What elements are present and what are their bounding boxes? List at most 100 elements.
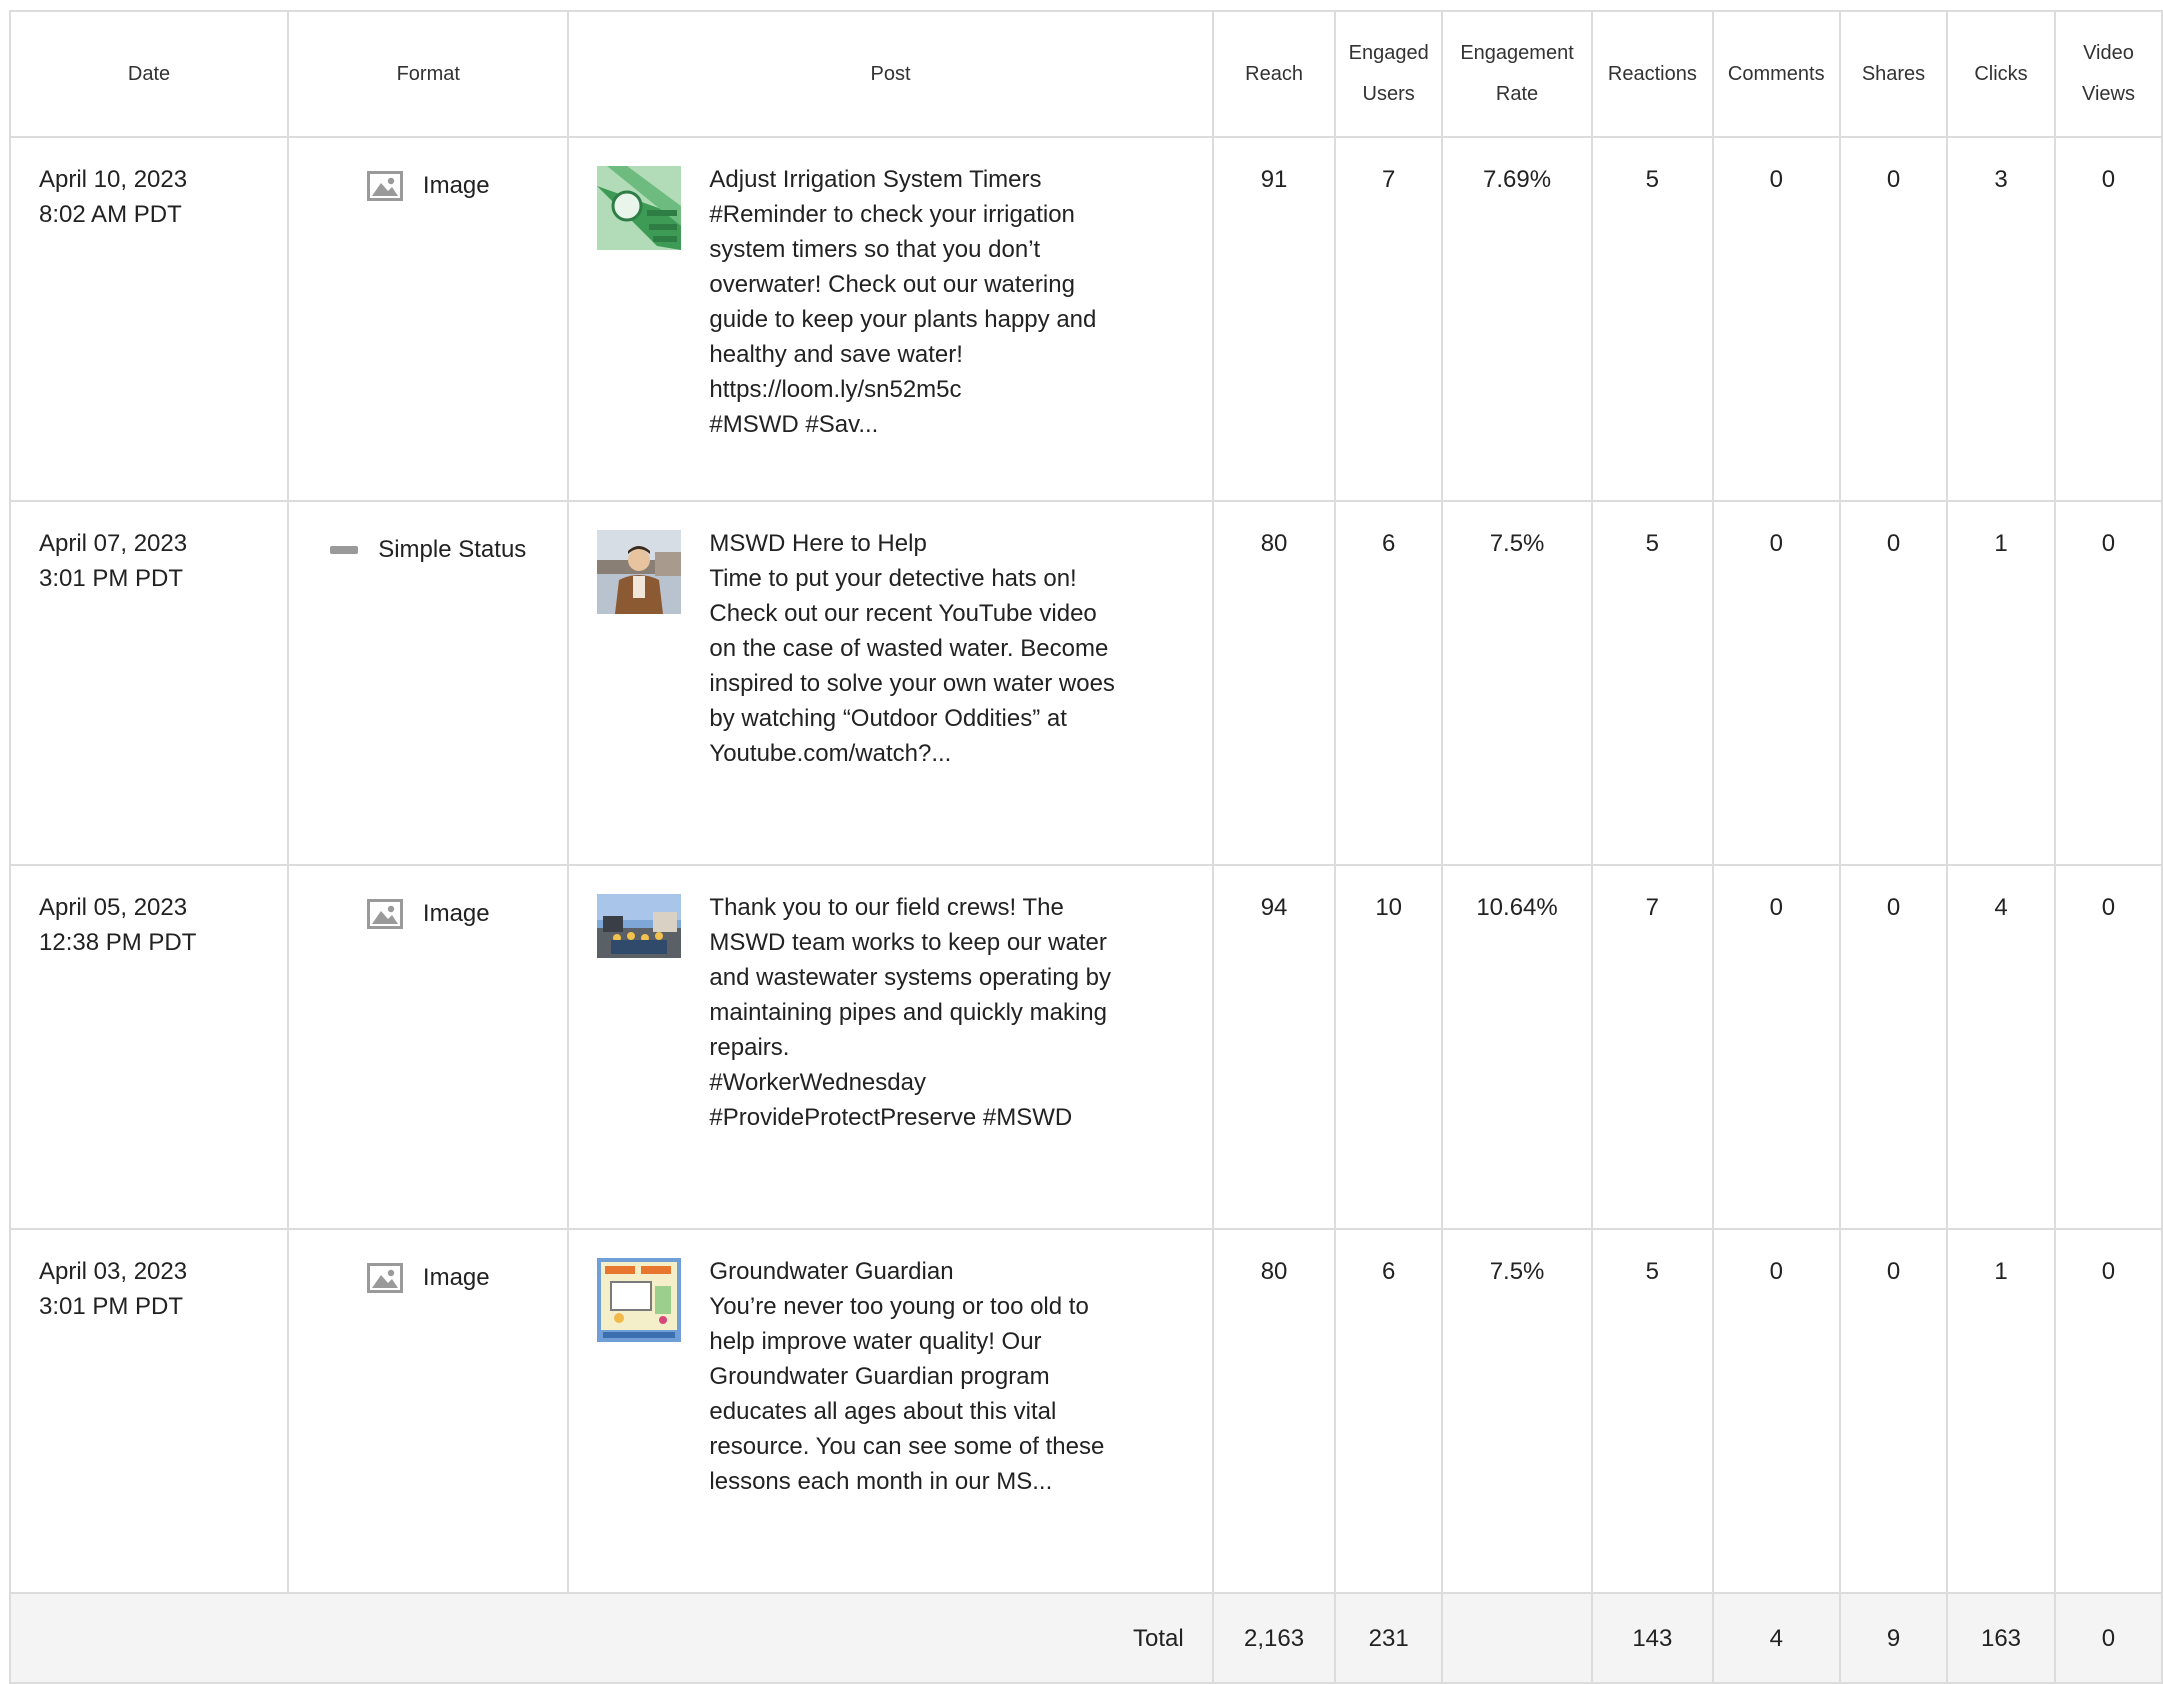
total-reach: 2,163 [1211, 1592, 1337, 1684]
post-line: Groundwater Guardian program [709, 1363, 1050, 1390]
total-comments: 4 [1711, 1592, 1841, 1684]
engaged-users-value: 7 [1334, 136, 1443, 502]
shares-value: 0 [1838, 864, 1949, 1230]
post-date: April 07, 2023 [39, 530, 188, 557]
post-link[interactable]: Youtube.com/watch?... [709, 736, 1129, 771]
total-engagement-rate [1440, 1592, 1594, 1684]
post-date: April 03, 2023 [39, 1258, 188, 1285]
post-line: maintaining pipes and quickly making [709, 999, 1107, 1026]
post-title: MSWD Here to Help [709, 530, 927, 557]
total-video-views: 0 [2053, 1592, 2163, 1684]
date-cell: April 05, 2023 12:38 PM PDT [8, 864, 290, 1230]
total-reactions: 143 [1591, 1592, 1714, 1684]
image-icon [366, 1262, 403, 1293]
post-title: Adjust Irrigation System Timers [709, 166, 1042, 193]
engaged-users-value: 6 [1334, 1228, 1443, 1594]
header-engaged-users[interactable]: Engaged Users [1334, 10, 1443, 138]
header-engagement-rate-line2: Rate [1495, 83, 1539, 105]
post-date: April 05, 2023 [39, 894, 188, 921]
engaged-users-value: 6 [1334, 500, 1443, 866]
header-date[interactable]: Date [8, 10, 290, 138]
post-thumbnail-irrigation-timer[interactable] [597, 166, 682, 250]
header-engagement-rate[interactable]: Engagement Rate [1440, 10, 1594, 138]
format-cell: Simple Status [287, 500, 570, 866]
post-line: Time to put your detective hats on! [709, 565, 1077, 592]
header-shares[interactable]: Shares [1838, 10, 1949, 138]
clicks-value: 1 [1946, 500, 2056, 866]
engagement-rate-value: 10.64% [1440, 864, 1594, 1230]
post-line: help improve water quality! Our [709, 1328, 1042, 1355]
reach-value: 94 [1211, 864, 1337, 1230]
post-cell: Thank you to our field crews! The MSWD t… [567, 864, 1214, 1230]
format-cell: Image [287, 864, 570, 1230]
header-format[interactable]: Format [287, 10, 570, 138]
format-cell: Image [287, 136, 570, 502]
post-line: #MSWD #Sav... [709, 411, 879, 438]
total-engaged-users: 231 [1334, 1592, 1443, 1684]
reactions-value: 7 [1591, 864, 1714, 1230]
post-text: Thank you to our field crews! The MSWD t… [709, 890, 1129, 1135]
table-row[interactable]: April 07, 2023 3:01 PM PDT Simple Status [8, 500, 2163, 866]
post-line: and wastewater systems operating by [709, 964, 1111, 991]
post-line: lessons each month in our MS... [709, 1468, 1053, 1495]
post-thumbnail-field-crews[interactable] [597, 894, 682, 958]
format-label: Image [422, 900, 490, 927]
reactions-value: 5 [1591, 1228, 1714, 1594]
video-views-value: 0 [2053, 864, 2163, 1230]
post-line: Check out our recent YouTube video [709, 600, 1097, 627]
post-line: system timers so that you don’t [709, 236, 1041, 263]
header-engaged-users-line2: Users [1362, 83, 1415, 105]
comments-value: 0 [1711, 864, 1841, 1230]
post-line: overwater! Check out our watering [709, 271, 1075, 298]
post-cell: Adjust Irrigation System Timers #Reminde… [567, 136, 1214, 502]
post-line: inspired to solve your own water woes [709, 670, 1115, 697]
post-title: Groundwater Guardian [709, 1258, 954, 1285]
post-date: April 10, 2023 [39, 166, 188, 193]
post-line: #Reminder to check your irrigation [709, 201, 1075, 228]
engaged-users-value: 10 [1334, 864, 1443, 1230]
post-thumbnail-groundwater-guardian[interactable] [597, 1258, 682, 1342]
post-link[interactable]: https://loom.ly/sn52m5c [709, 372, 1129, 407]
header-reactions[interactable]: Reactions [1591, 10, 1714, 138]
date-cell: April 03, 2023 3:01 PM PDT [8, 1228, 290, 1594]
format-label: Image [422, 172, 490, 199]
header-reach[interactable]: Reach [1211, 10, 1337, 138]
post-cell: Groundwater Guardian You’re never too yo… [567, 1228, 1214, 1594]
header-post[interactable]: Post [567, 10, 1214, 138]
format-label: Simple Status [378, 536, 527, 563]
reach-value: 80 [1211, 1228, 1337, 1594]
post-hashtag[interactable]: #ProvideProtectPreserve #MSWD [709, 1100, 1129, 1135]
post-line: Thank you to our field crews! The [709, 894, 1064, 921]
reactions-value: 5 [1591, 500, 1714, 866]
table-row[interactable]: April 03, 2023 3:01 PM PDT Image Groundw… [8, 1228, 2163, 1594]
post-performance-table: Date Format Post Reach Engaged Users Eng… [8, 10, 2163, 1684]
total-clicks: 163 [1946, 1592, 2056, 1684]
reach-value: 80 [1211, 500, 1337, 866]
header-video-views-line2: Views [2081, 83, 2135, 105]
engagement-rate-value: 7.5% [1440, 1228, 1594, 1594]
post-text: Adjust Irrigation System Timers #Reminde… [709, 162, 1129, 442]
clicks-value: 4 [1946, 864, 2056, 1230]
shares-value: 0 [1838, 1228, 1949, 1594]
post-line: MSWD team works to keep our water [709, 929, 1107, 956]
reactions-value: 5 [1591, 136, 1714, 502]
post-line: by watching “Outdoor Oddities” at [709, 705, 1067, 732]
table-row[interactable]: April 10, 2023 8:02 AM PDT Image Adjust … [8, 136, 2163, 502]
comments-value: 0 [1711, 500, 1841, 866]
header-video-views[interactable]: Video Views [2053, 10, 2163, 138]
header-clicks[interactable]: Clicks [1946, 10, 2056, 138]
image-icon [366, 170, 403, 201]
header-comments[interactable]: Comments [1711, 10, 1841, 138]
post-thumbnail-detective[interactable] [597, 530, 682, 614]
table-row[interactable]: April 05, 2023 12:38 PM PDT Image Thank … [8, 864, 2163, 1230]
status-bar-icon [330, 545, 359, 554]
post-time: 3:01 PM PDT [39, 1293, 184, 1320]
post-hashtag[interactable]: #WorkerWednesday [709, 1065, 1129, 1100]
shares-value: 0 [1838, 500, 1949, 866]
engagement-rate-value: 7.5% [1440, 500, 1594, 866]
total-row: Total 2,163 231 143 4 9 163 0 [9, 1592, 2163, 1684]
post-line: on the case of wasted water. Become [709, 635, 1109, 662]
post-performance-table-container: Date Format Post Reach Engaged Users Eng… [8, 10, 2163, 1684]
post-line: guide to keep your plants happy and [709, 306, 1097, 333]
post-line: resource. You can see some of these [709, 1433, 1105, 1460]
